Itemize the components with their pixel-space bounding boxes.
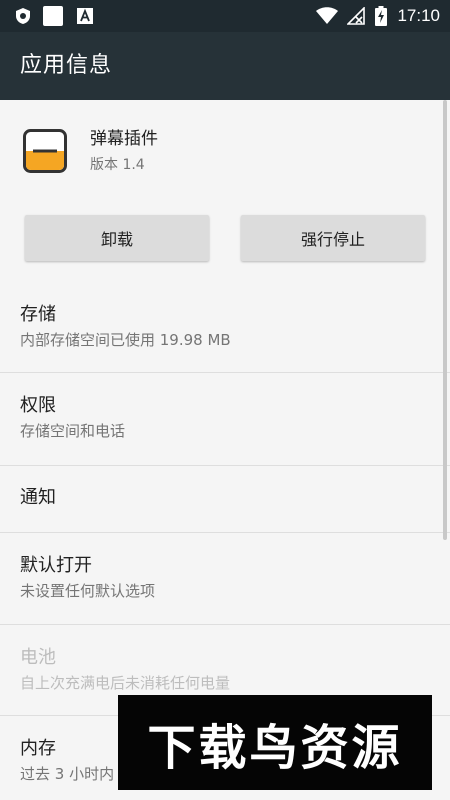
list-item-label: 默认打开 (20, 555, 92, 576)
list-item-open-by-default[interactable]: 默认打开 未设置任何默认选项 (0, 533, 450, 625)
font-a-icon (74, 5, 96, 27)
list-item-summary: 过去 3 小时内 (20, 765, 115, 783)
app-version: 版本 1.4 (90, 157, 145, 173)
list-item-label: 内存 (20, 738, 56, 759)
page-title: 应用信息 (20, 53, 113, 78)
no-signal-icon (345, 5, 367, 27)
list-item-label: 电池 (20, 647, 56, 668)
list-item-summary: 未设置任何默认选项 (20, 582, 156, 600)
scrollbar[interactable] (443, 100, 447, 540)
wifi-icon (316, 5, 338, 27)
app-name: 弹幕插件 (90, 129, 158, 149)
watermark-logo: 下载鸟资源 (118, 695, 432, 790)
list-item-summary: 自上次充满电后未消耗任何电量 (20, 674, 231, 692)
uninstall-button[interactable]: 卸载 (25, 215, 209, 261)
list-item-storage[interactable]: 存储 内部存储空间已使用 19.98 MB (0, 280, 450, 373)
status-bar: 17:10 (0, 0, 450, 32)
battery-charging-icon (370, 5, 392, 27)
clock: 17:10 (397, 6, 440, 25)
list-item-label: 存储 (20, 304, 56, 325)
list-item-permissions[interactable]: 权限 存储空间和电话 (0, 373, 450, 466)
app-bar: 应用信息 (0, 32, 450, 100)
shield-icon (12, 5, 34, 27)
list-item-summary: 存储空间和电话 (20, 422, 126, 440)
list-item-label: 权限 (20, 395, 56, 416)
list-item-summary: 内部存储空间已使用 19.98 MB (20, 331, 231, 349)
force-stop-button[interactable]: 强行停止 (241, 215, 425, 261)
list-item-label: 通知 (20, 487, 56, 508)
app-icon (23, 129, 67, 173)
list-item-notifications[interactable]: 通知 (0, 466, 450, 533)
notification-square-icon (42, 5, 64, 27)
app-header (0, 100, 450, 290)
